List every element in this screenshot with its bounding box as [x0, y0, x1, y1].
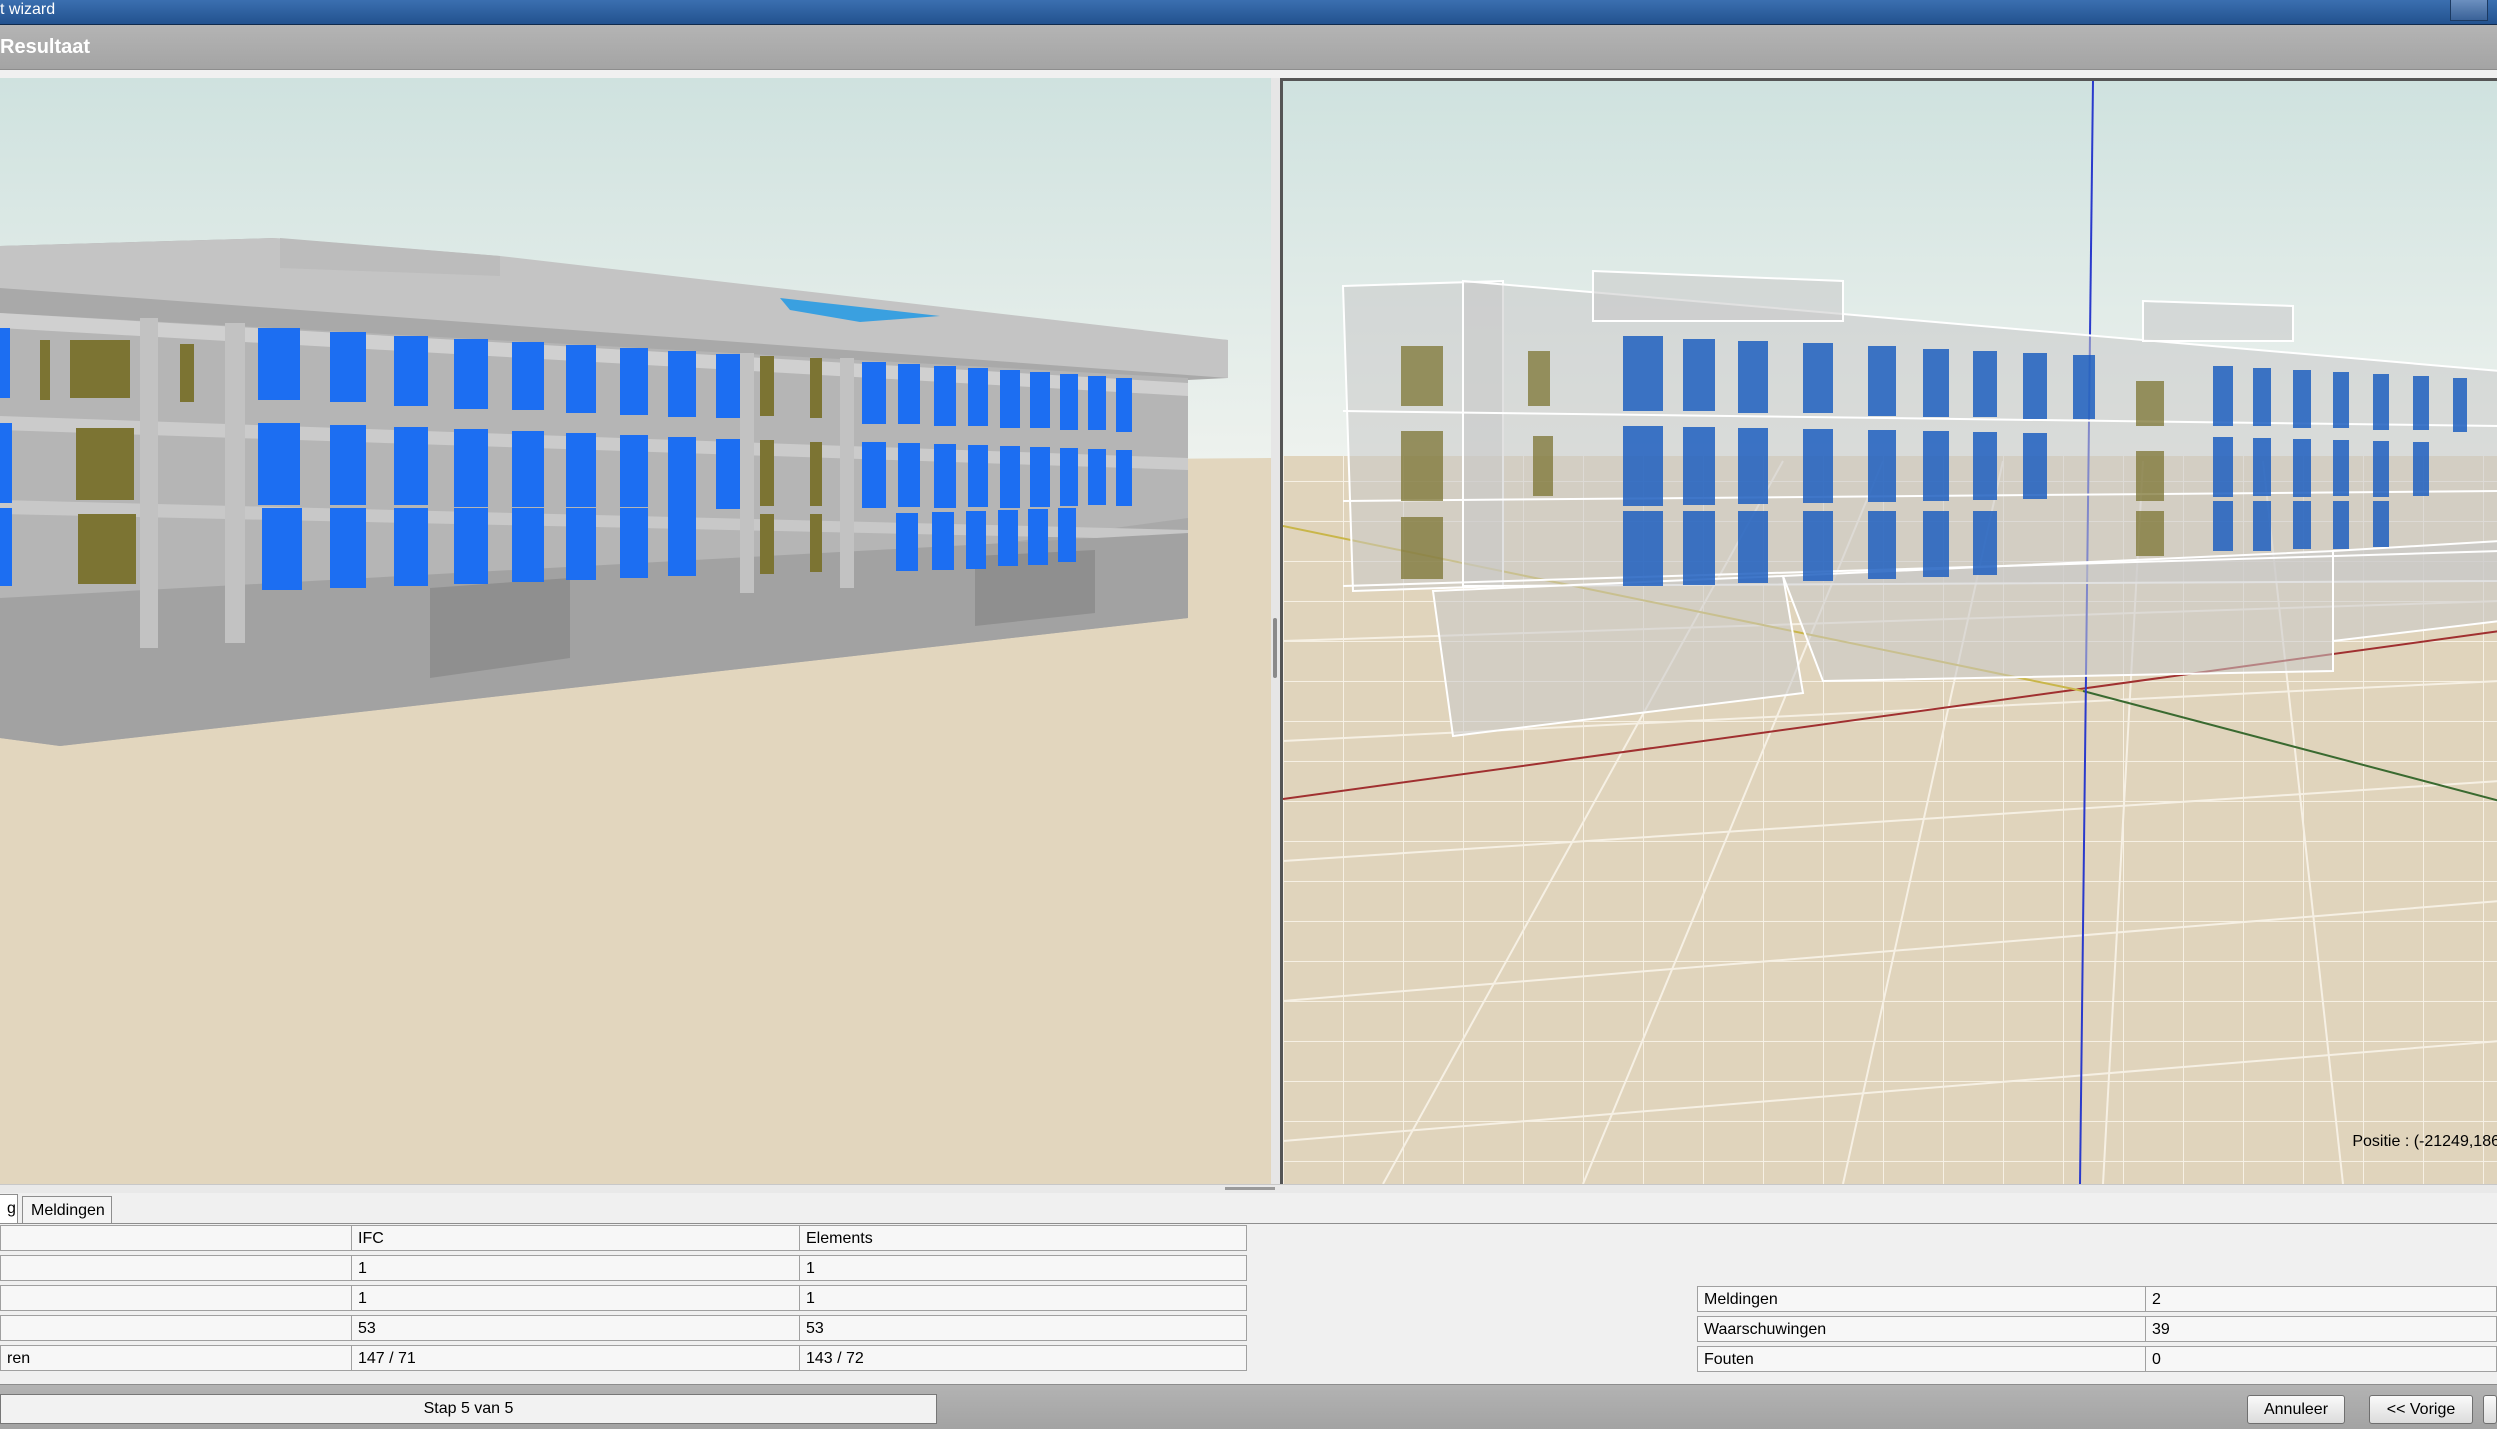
- ifc-value: 147 / 71: [351, 1345, 800, 1371]
- elements-value: 1: [799, 1255, 1247, 1281]
- ifc-value: 53: [351, 1315, 800, 1341]
- horizontal-splitter[interactable]: [0, 1184, 2497, 1193]
- tab-strip-border: [0, 1223, 2497, 1224]
- waarschuwingen-label: Waarschuwingen: [1697, 1316, 2146, 1342]
- elements-value: 143 / 72: [799, 1345, 1247, 1371]
- splitter-grip[interactable]: [1273, 618, 1277, 678]
- back-button[interactable]: << Vorige: [2369, 1395, 2473, 1424]
- meldingen-label: Meldingen: [1697, 1286, 2146, 1312]
- ifc-value: 1: [351, 1255, 800, 1281]
- column-header: [0, 1225, 352, 1251]
- tab-meldingen[interactable]: Meldingen: [22, 1196, 112, 1223]
- next-button[interactable]: [2483, 1395, 2497, 1424]
- row-label: ren: [0, 1345, 352, 1371]
- splitter-grip[interactable]: [1225, 1187, 1275, 1190]
- vertical-splitter[interactable]: [1271, 78, 1280, 1184]
- tab-overview[interactable]: g: [0, 1194, 18, 1223]
- elements-3d-viewport[interactable]: Positie : (-21249,186: [1280, 78, 2497, 1184]
- window-title-bar: t wizard: [0, 0, 2497, 25]
- column-header-elements: Elements: [799, 1225, 1247, 1251]
- fouten-label: Fouten: [1697, 1346, 2146, 1372]
- elements-value: 1: [799, 1285, 1247, 1311]
- ifc-value: 1: [351, 1285, 800, 1311]
- ifc-model-render: [0, 78, 1271, 1184]
- row-label: [0, 1285, 352, 1311]
- column-header-ifc: IFC: [351, 1225, 800, 1251]
- waarschuwingen-count: 39: [2145, 1316, 2497, 1342]
- row-label: [0, 1315, 352, 1341]
- window-title: t wizard: [0, 1, 56, 18]
- elements-model-render: [1283, 81, 2497, 1184]
- meldingen-count: 2: [2145, 1286, 2497, 1312]
- page-title: Resultaat: [0, 36, 91, 58]
- cancel-button[interactable]: Annuleer: [2247, 1395, 2345, 1424]
- window-control-button[interactable]: [2450, 0, 2488, 21]
- elements-value: 53: [799, 1315, 1247, 1341]
- ifc-3d-viewport[interactable]: [0, 78, 1272, 1184]
- wizard-header: Resultaat: [0, 25, 2497, 70]
- position-readout: Positie : (-21249,186: [2352, 1133, 2497, 1150]
- row-label: [0, 1255, 352, 1281]
- step-indicator: Stap 5 van 5: [0, 1394, 937, 1424]
- fouten-count: 0: [2145, 1346, 2497, 1372]
